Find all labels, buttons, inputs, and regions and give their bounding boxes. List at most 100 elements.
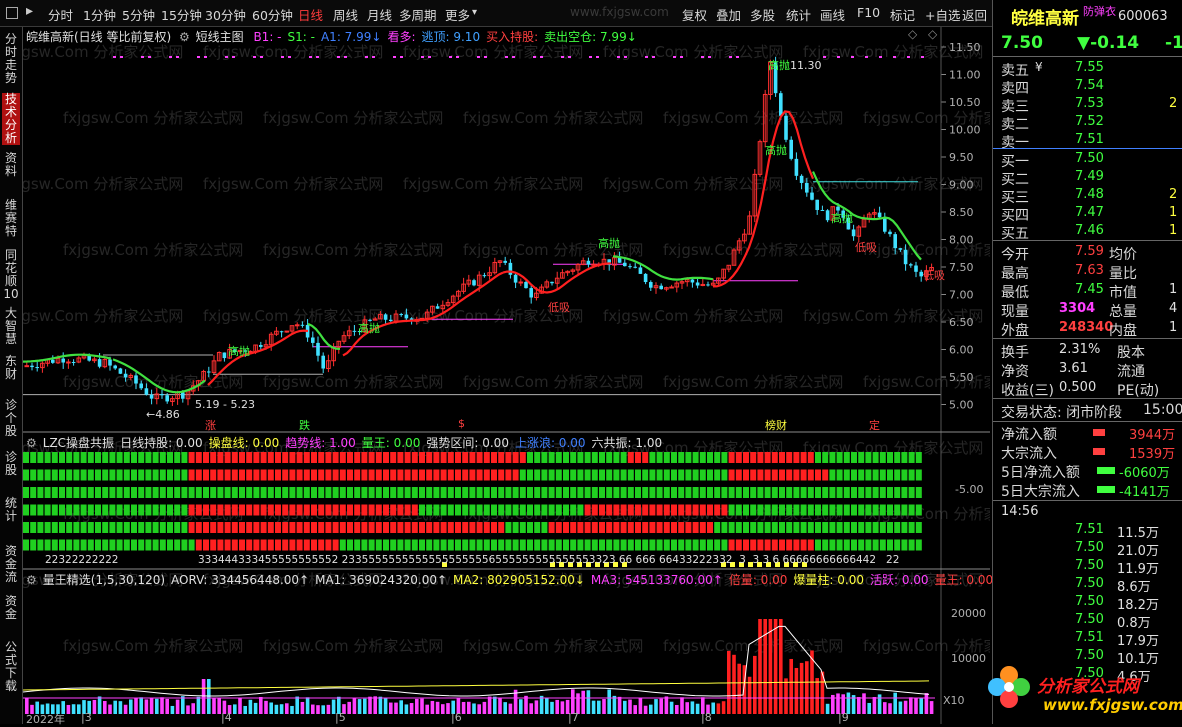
- toolbar-item-0[interactable]: 分时: [48, 5, 73, 24]
- resonance-cell: [138, 522, 145, 533]
- sidebar-tab-4[interactable]: 同花顺10: [2, 249, 20, 301]
- candle-body: [669, 286, 674, 289]
- sidebar-tab-11[interactable]: 资金: [2, 595, 20, 621]
- sidebar-tab-7[interactable]: 诊个股: [2, 399, 20, 438]
- resonance-cell: [887, 522, 893, 533]
- toolbar-item-3[interactable]: 15分钟: [161, 5, 202, 24]
- resonance-cell: [541, 487, 548, 498]
- ask-price[interactable]: 7.54: [1075, 78, 1104, 93]
- toolbar-right-item-5[interactable]: F10: [857, 5, 880, 20]
- ask-label: 卖四: [1001, 81, 1029, 97]
- toolbar-right-item-2[interactable]: 多股: [750, 5, 775, 24]
- resonance-cell: [807, 522, 814, 533]
- candle-body: [695, 282, 700, 286]
- candle-body: [108, 359, 112, 366]
- resonance-cell: [743, 539, 749, 551]
- volume-bar: [867, 702, 871, 714]
- volume-bar: [113, 700, 117, 714]
- candle-body: [259, 345, 263, 347]
- sidebar-tab-5[interactable]: 大智慧: [2, 307, 20, 346]
- resonance-cell: [332, 469, 339, 481]
- sidebar-tab-8[interactable]: 诊股: [2, 451, 20, 477]
- indicator-settings-icon[interactable]: ⚙: [26, 436, 37, 450]
- sidebar-tab-0[interactable]: 分时走势: [2, 33, 20, 85]
- volume-bar: [305, 697, 310, 714]
- resonance-cell: [570, 522, 577, 533]
- toolbar-right-item-1[interactable]: 叠加: [716, 5, 741, 24]
- sidebar-tab-12[interactable]: 公式下载: [2, 641, 20, 693]
- toolbar-item-9[interactable]: 多周期: [399, 5, 437, 24]
- resonance-cell: [253, 452, 260, 463]
- legend-item: 强势区间: 0.00: [426, 436, 509, 450]
- toolbar-item-7[interactable]: 周线: [333, 5, 358, 24]
- stat-label: 今开: [1001, 247, 1029, 263]
- resonance-cell: [757, 539, 764, 551]
- resonance-cell: [224, 522, 231, 533]
- sidebar-tab-9[interactable]: 统计: [2, 497, 20, 523]
- toolbar-item-4[interactable]: 30分钟: [205, 5, 246, 24]
- volume-bar: [134, 698, 138, 714]
- watermark-text: www.fxjgsw.com: [570, 5, 669, 19]
- resonance-cell: [887, 487, 893, 498]
- toolbar-right-item-7[interactable]: +自选: [925, 5, 960, 24]
- volume-bar: [508, 703, 513, 714]
- sidebar-tab-10[interactable]: 资金流: [2, 545, 20, 584]
- bid-price[interactable]: 7.46: [1075, 223, 1104, 238]
- resonance-cell: [519, 539, 526, 551]
- resonance-cell: [872, 539, 879, 551]
- ask-price[interactable]: 7.55: [1075, 60, 1104, 75]
- toolbar-item-1[interactable]: 1分钟: [83, 5, 116, 24]
- resonance-cell: [253, 522, 260, 533]
- resonance-cell: [102, 504, 109, 516]
- resonance-cell: [548, 504, 555, 516]
- more-arrow-icon[interactable]: ▾: [472, 7, 477, 18]
- toolbar-right-item-3[interactable]: 统计: [786, 5, 811, 24]
- toolbar-right-item-6[interactable]: 标记: [890, 5, 915, 24]
- resonance-cell: [483, 469, 490, 481]
- bid-price[interactable]: 7.49: [1075, 169, 1104, 184]
- toolbar-right-item-8[interactable]: 返回: [962, 5, 987, 24]
- indicator-settings-icon[interactable]: ⚙: [26, 573, 37, 587]
- ask-price[interactable]: 7.53: [1075, 96, 1104, 111]
- resonance-cell: [498, 469, 505, 481]
- toolbar-item-10[interactable]: 更多: [445, 5, 470, 24]
- toolbar-item-2[interactable]: 5分钟: [122, 5, 155, 24]
- volume-bar: [758, 619, 762, 714]
- resonance-cell: [872, 522, 879, 533]
- resonance-cell: [771, 469, 778, 481]
- toolbar-right-item-0[interactable]: 复权: [682, 5, 707, 24]
- resonance-cell: [311, 522, 317, 533]
- sidebar-tab-3[interactable]: 维赛特: [2, 199, 20, 238]
- resonance-cell: [23, 539, 29, 551]
- signal-dot: [176, 56, 179, 58]
- arrow-right-icon[interactable]: ▸: [26, 3, 33, 19]
- bid-price[interactable]: 7.48: [1075, 187, 1104, 202]
- toolbar-item-5[interactable]: 60分钟: [252, 5, 293, 24]
- sidebar-tab-6[interactable]: 东财: [2, 355, 20, 381]
- volume-bar: [883, 702, 887, 714]
- resonance-cell: [224, 487, 231, 498]
- resonance-cell: [894, 522, 901, 533]
- toolbar-item-6[interactable]: 日线: [298, 5, 323, 24]
- sidebar-tab-2[interactable]: 资料: [2, 152, 20, 178]
- resonance-cell: [707, 452, 713, 463]
- resonance-cell: [383, 539, 389, 551]
- menu-square-icon[interactable]: [6, 7, 18, 19]
- candle-body: [877, 212, 882, 218]
- resonance-cell: [231, 487, 238, 498]
- sidebar-tab-1[interactable]: 技术分析: [2, 93, 20, 145]
- ask-price[interactable]: 7.52: [1075, 114, 1104, 129]
- volume-bar: [357, 699, 362, 714]
- resonance-cell: [440, 539, 447, 551]
- panel3-header: ⚙ 量王精选(1,5,30,120) AORV: 334456448.00↑ MA1:…: [26, 571, 1027, 588]
- ask-price[interactable]: 7.51: [1075, 132, 1104, 147]
- toolbar-right-item-4[interactable]: 画线: [820, 5, 845, 24]
- bid-price[interactable]: 7.47: [1075, 205, 1104, 220]
- bid-price[interactable]: 7.50: [1075, 151, 1104, 166]
- toolbar-item-8[interactable]: 月线: [367, 5, 392, 24]
- resonance-cell: [325, 504, 332, 516]
- resonance-cell: [23, 487, 29, 498]
- price-chart[interactable]: fxjgsw.Com 分析家公式网 fxjgsw.Com 分析家公式网 fxjgsw…: [23, 27, 990, 724]
- resonance-cell: [908, 522, 915, 533]
- resonance-cell: [181, 469, 188, 481]
